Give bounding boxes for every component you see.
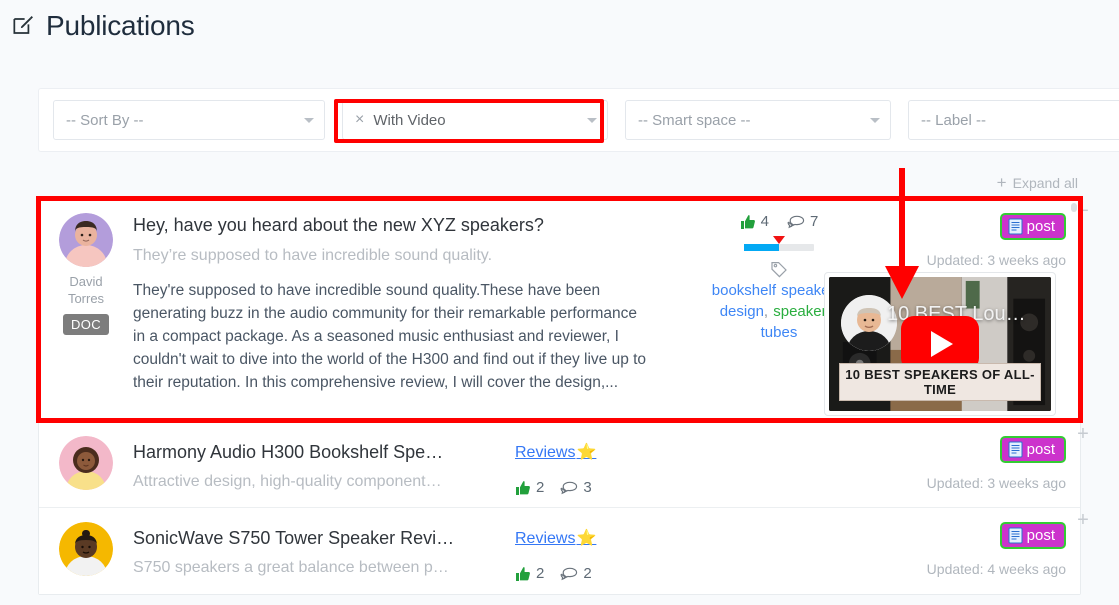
video-thumbnail-inner: 10 BEST Lou… 10 BEST SPEAKERS OF ALL-TIM…: [829, 277, 1051, 411]
avatar: [59, 436, 113, 490]
post-type-badge[interactable]: post: [999, 213, 1066, 240]
tag-item[interactable]: design: [720, 303, 764, 320]
comment-bubbles-icon: [560, 480, 578, 496]
video-thumbnail[interactable]: 10 BEST Lou… 10 BEST SPEAKERS OF ALL-TIM…: [824, 272, 1056, 416]
reviews-link-label: Reviews: [515, 444, 576, 461]
row-scrollbar[interactable]: [1071, 203, 1077, 416]
updated-timestamp: Updated: 4 weeks ago: [926, 561, 1066, 577]
post-badge-label: post: [1026, 441, 1055, 458]
avatar: [59, 213, 113, 267]
thumbs-up-icon: [740, 214, 756, 230]
author-last-name: Torres: [67, 291, 105, 306]
chevron-down-icon: [870, 118, 880, 123]
updated-timestamp: Updated: 3 weeks ago: [926, 475, 1066, 491]
reviews-link-label: Reviews: [515, 530, 576, 547]
row-stats: 4 7: [699, 213, 859, 230]
row-subtitle: Attractive design, high-quality componen…: [133, 473, 442, 490]
expand-all-button[interactable]: + Expand all: [997, 174, 1078, 191]
expand-row-button[interactable]: +: [1074, 510, 1092, 530]
comments-stat[interactable]: 2: [560, 565, 592, 582]
row-right-column: post Updated: 4 weeks ago +: [890, 508, 1089, 594]
tag-item[interactable]: tubes: [761, 324, 798, 341]
expand-all-label: Expand all: [1012, 174, 1078, 191]
publications-page: Publications -- Sort By -- × With Video …: [0, 0, 1119, 605]
tag-separator: ,: [763, 303, 774, 320]
label-value: -- Label --: [921, 111, 987, 129]
post-badge-label: post: [1026, 527, 1055, 544]
tag-item[interactable]: bookshelf speakers: [712, 282, 842, 299]
reviews-link[interactable]: Reviews ⭐: [515, 444, 596, 462]
comments-stat[interactable]: 7: [787, 213, 818, 230]
page-header: Publications: [10, 12, 195, 40]
star-icon: ⭐: [576, 530, 597, 547]
clear-icon[interactable]: ×: [355, 112, 364, 128]
post-type-badge[interactable]: post: [999, 522, 1066, 549]
post-type-badge[interactable]: post: [999, 436, 1066, 463]
chevron-down-icon: [587, 118, 597, 123]
document-icon: [1008, 527, 1023, 544]
row-link-area: Reviews ⭐: [515, 530, 596, 548]
row-title[interactable]: Harmony Audio H300 Bookshelf Spe…: [133, 440, 483, 464]
author-column: David Torres DOC: [39, 199, 133, 421]
table-row[interactable]: SonicWave S750 Tower Speaker Revi… S750 …: [39, 508, 1089, 594]
likes-stat[interactable]: 2: [515, 479, 544, 496]
thumbs-up-icon: [515, 480, 531, 496]
table-row[interactable]: Harmony Audio H300 Bookshelf Spe… Attrac…: [39, 422, 1089, 508]
row-link-area: Reviews ⭐: [515, 444, 596, 462]
with-video-select[interactable]: × With Video: [342, 100, 608, 140]
smart-space-value: -- Smart space --: [638, 111, 751, 129]
pencil-square-icon: [10, 13, 36, 39]
row-right-column: post Updated: 3 weeks ago +: [890, 422, 1089, 507]
likes-stat[interactable]: 2: [515, 565, 544, 582]
progress-fill: [744, 244, 779, 251]
document-icon: [1008, 441, 1023, 458]
likes-stat[interactable]: 4: [740, 213, 769, 230]
filter-bar: -- Sort By -- × With Video -- Smart spac…: [38, 88, 1119, 152]
avatar: [59, 522, 113, 576]
likes-count: 4: [760, 213, 769, 230]
progress-marker-icon: [773, 236, 785, 244]
likes-count: 2: [536, 479, 545, 496]
comment-bubbles-icon: [560, 566, 578, 582]
author-column: [39, 508, 133, 594]
comments-count: 7: [810, 213, 819, 230]
with-video-value: With Video: [373, 111, 446, 129]
play-triangle: [931, 330, 953, 357]
row-title[interactable]: SonicWave S750 Tower Speaker Revi…: [133, 526, 483, 550]
author-first-name: David: [69, 274, 103, 289]
comment-bubbles-icon: [787, 214, 805, 230]
star-icon: ⭐: [576, 444, 597, 461]
row-stats: 2 2: [515, 565, 592, 582]
comments-count: 3: [583, 479, 592, 496]
label-select[interactable]: -- Label --: [908, 100, 1119, 140]
chevron-down-icon: [304, 118, 314, 123]
plus-icon: +: [996, 173, 1007, 192]
updated-timestamp: Updated: 3 weeks ago: [926, 252, 1066, 268]
expand-row-button[interactable]: +: [1074, 424, 1092, 444]
post-badge-label: post: [1026, 218, 1055, 235]
row-scrollbar-thumb[interactable]: [1071, 203, 1077, 212]
reviews-link[interactable]: Reviews ⭐: [515, 530, 596, 548]
row-stats: 2 3: [515, 479, 592, 496]
row-subtitle: S750 speakers a great balance between p…: [133, 559, 449, 576]
reading-progress-bar: [744, 236, 814, 251]
author-name: David Torres: [68, 273, 104, 307]
likes-count: 2: [536, 565, 545, 582]
author-column: [39, 422, 133, 507]
sort-by-value: -- Sort By --: [66, 111, 144, 129]
document-icon: [1008, 218, 1023, 235]
smart-space-select[interactable]: -- Smart space --: [625, 100, 891, 140]
doc-type-badge: DOC: [62, 314, 110, 335]
page-title: Publications: [46, 10, 195, 41]
row-body-text: They're supposed to have incredible soun…: [133, 282, 647, 391]
thumbs-up-icon: [515, 566, 531, 582]
comments-stat[interactable]: 3: [560, 479, 592, 496]
tag-icon: [770, 260, 788, 278]
video-caption: 10 BEST SPEAKERS OF ALL-TIME: [839, 363, 1041, 401]
sort-by-select[interactable]: -- Sort By --: [53, 100, 325, 140]
comments-count: 2: [583, 565, 592, 582]
